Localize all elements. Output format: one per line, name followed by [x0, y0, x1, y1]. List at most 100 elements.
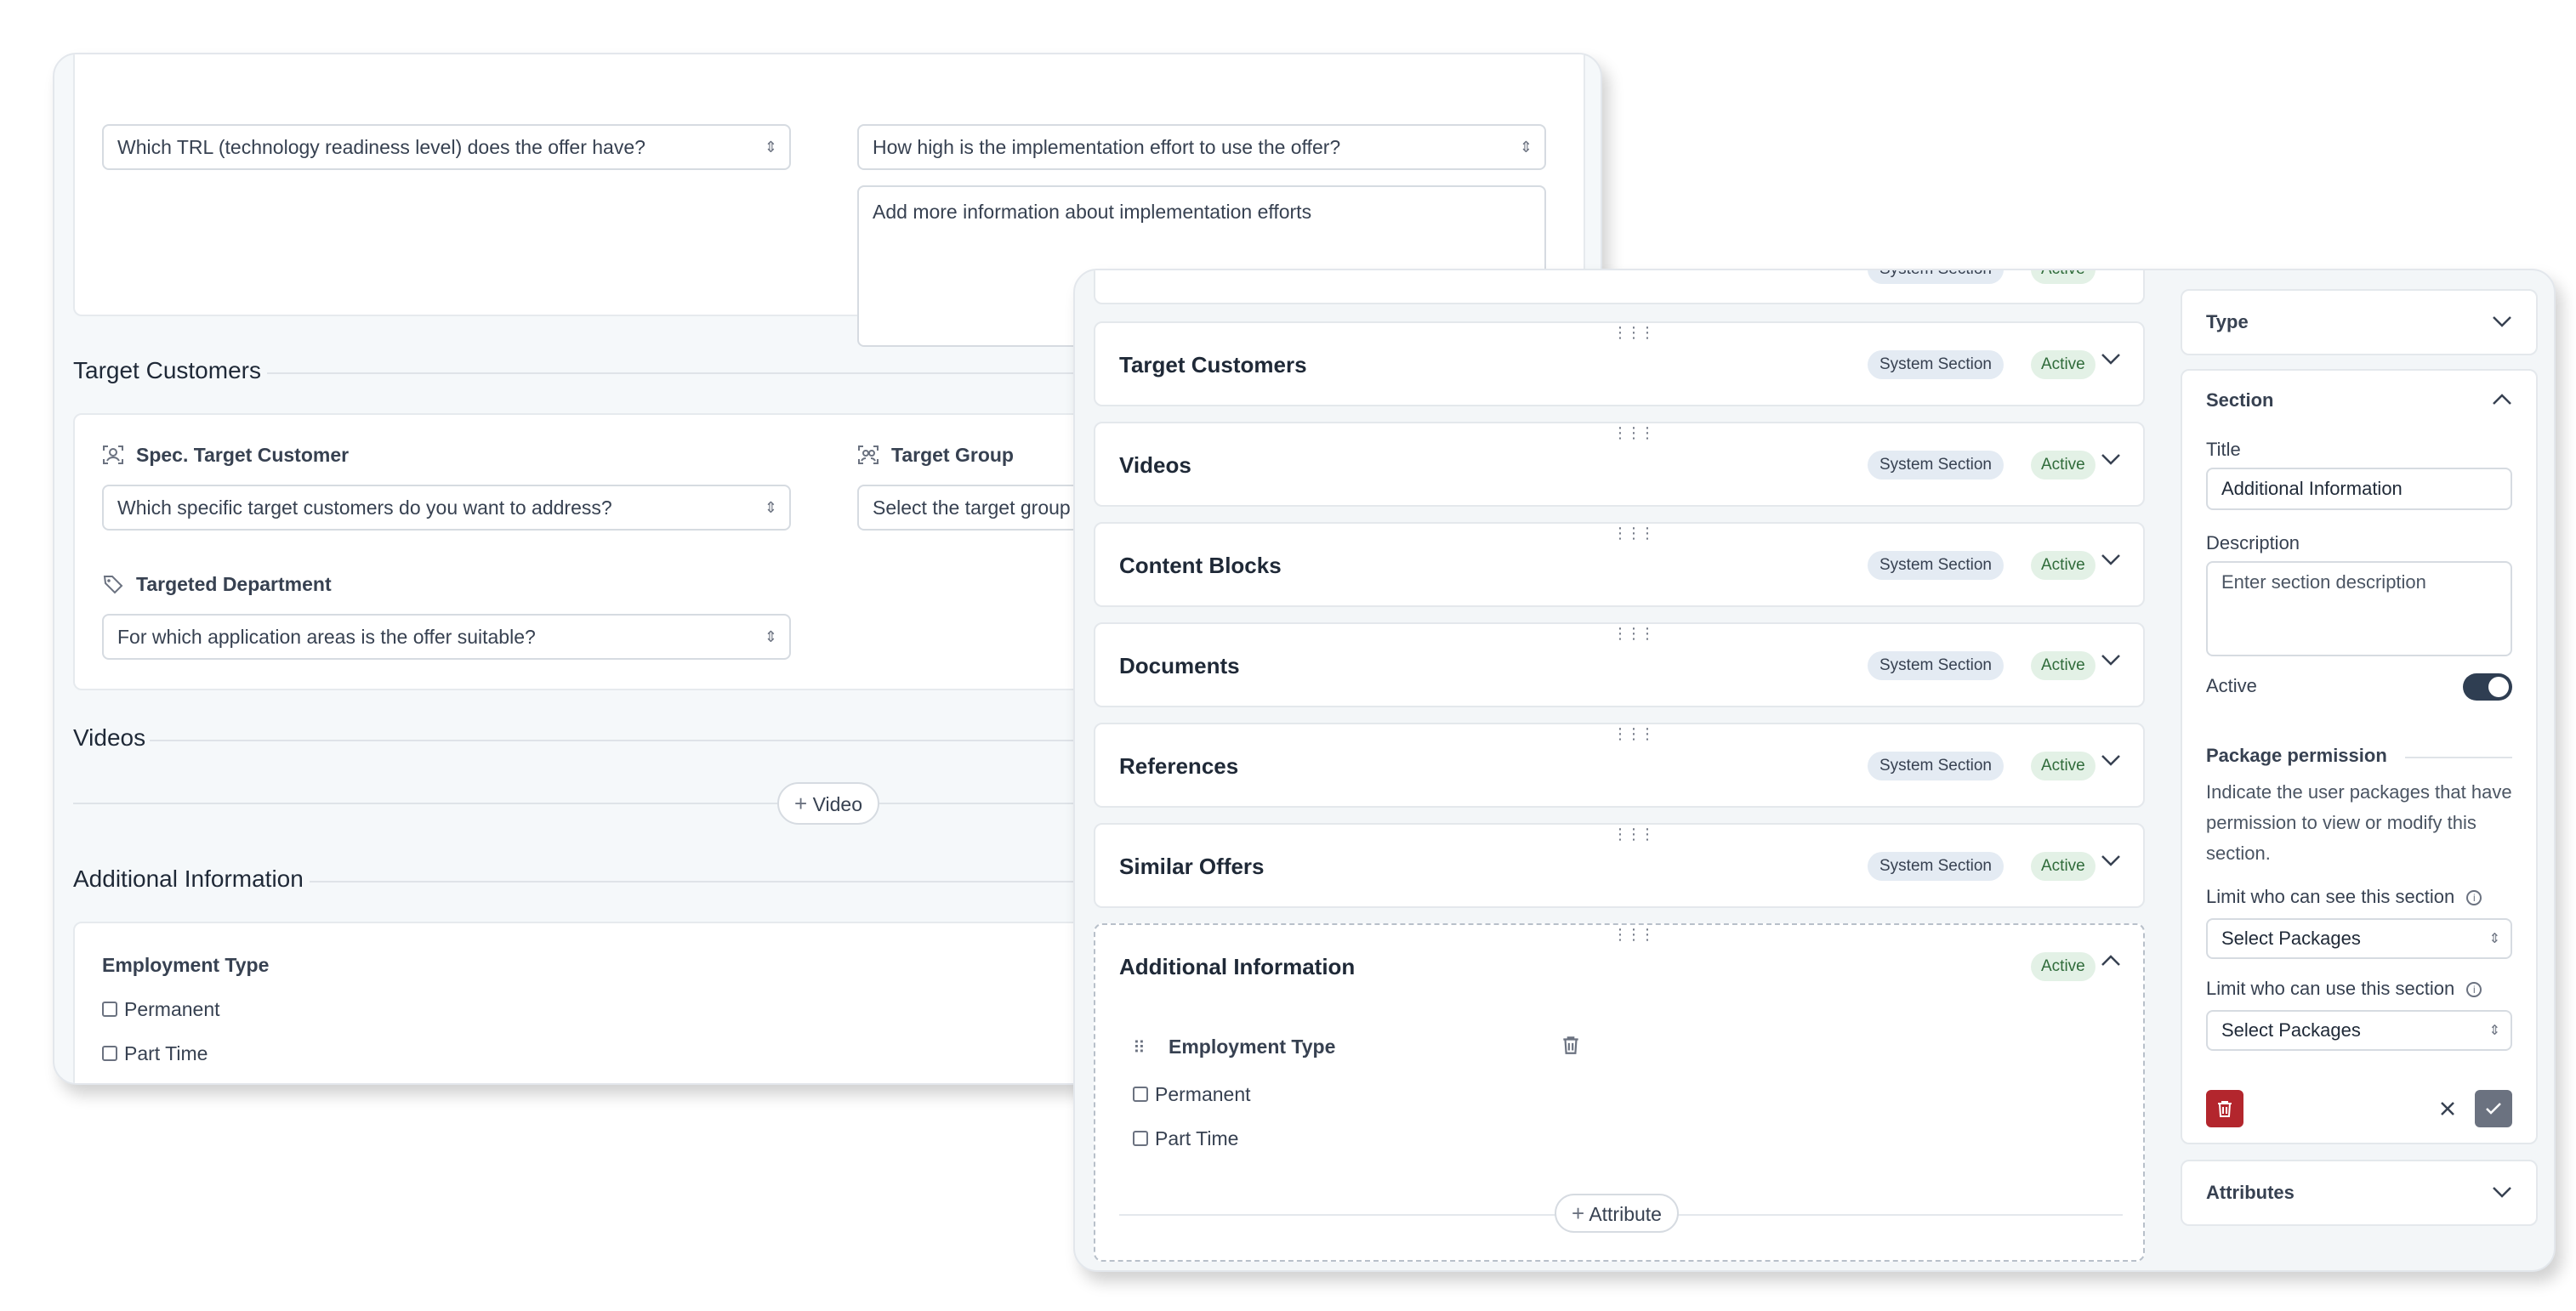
add-attribute-button[interactable]: + Attribute: [1555, 1194, 1679, 1233]
targeted-department-select[interactable]: For which application areas is the offer…: [102, 614, 791, 660]
limit-use-value: Select Packages: [2221, 1019, 2361, 1041]
part-time-label: Part Time: [124, 1042, 208, 1064]
system-section-tag: System Section: [1868, 270, 2004, 284]
chevron-down-icon[interactable]: [2099, 848, 2123, 872]
effort-select[interactable]: How high is the implementation effort to…: [857, 124, 1546, 170]
description-textarea[interactable]: Enter section description: [2206, 561, 2512, 656]
active-tag: Active: [2031, 350, 2095, 379]
info-icon: i: [2466, 890, 2482, 905]
active-tag: Active: [2031, 270, 2095, 284]
active-tag: Active: [2031, 551, 2095, 580]
drag-handle-icon[interactable]: ⋮⋮⋮: [1612, 525, 1655, 541]
additional-information-heading: Additional Information: [73, 865, 304, 892]
info-icon: i: [2466, 982, 2482, 997]
section-row-videos[interactable]: ⋮⋮⋮ Videos System Section Active: [1094, 422, 2145, 507]
part-time-checkbox[interactable]: [102, 1046, 117, 1061]
chevron-down-icon[interactable]: [2099, 347, 2123, 371]
permanent-checkbox[interactable]: [102, 1002, 117, 1017]
effort-textarea-placeholder: Add more information about implementatio…: [873, 201, 1312, 223]
add-attribute-label: Attribute: [1589, 1203, 1662, 1225]
employment-type-label: Employment Type: [102, 954, 270, 976]
permanent-checkbox[interactable]: [1133, 1087, 1148, 1102]
trash-icon: [2218, 1101, 2232, 1117]
section-row-title: Videos: [1119, 452, 1191, 478]
chevron-down-icon[interactable]: [2099, 447, 2123, 471]
chevron-up-icon[interactable]: [2099, 949, 2123, 973]
drag-handle-icon[interactable]: ⋮⋮⋮: [1612, 927, 1655, 942]
plus-icon: +: [1572, 1200, 1585, 1226]
active-tag: Active: [2031, 451, 2095, 480]
system-section-tag: System Section: [1868, 651, 2004, 680]
section-editor-window: System Section Active ⋮⋮⋮ Target Custome…: [1073, 269, 2556, 1272]
active-tag: Active: [2031, 952, 2095, 981]
close-icon[interactable]: [2437, 1098, 2458, 1119]
target-group-label: Target Group: [891, 444, 1014, 466]
select-chevron-icon: ⇕: [1519, 139, 1533, 156]
videos-heading: Videos: [73, 724, 146, 751]
select-chevron-icon: ⇕: [2488, 1024, 2500, 1038]
select-chevron-icon: ⇕: [764, 499, 777, 516]
part-time-checkbox[interactable]: [1133, 1131, 1148, 1146]
limit-use-select[interactable]: Select Packages ⇕: [2206, 1010, 2512, 1051]
toggle-knob: [2488, 677, 2509, 697]
tag-icon: [103, 576, 123, 594]
active-tag: Active: [2031, 752, 2095, 780]
spec-target-customer-label: Spec. Target Customer: [136, 444, 350, 466]
spec-target-customer-value: Which specific target customers do you w…: [117, 497, 612, 519]
chevron-down-icon[interactable]: [2099, 748, 2123, 772]
confirm-button[interactable]: [2475, 1090, 2512, 1127]
active-label: Active: [2206, 675, 2257, 696]
title-label: Title: [2206, 439, 2241, 460]
chevron-down-icon[interactable]: [2490, 309, 2514, 333]
drag-handle-icon[interactable]: ⋮⋮⋮: [1612, 626, 1655, 641]
section-row-references[interactable]: ⋮⋮⋮ References System Section Active: [1094, 723, 2145, 808]
active-toggle[interactable]: [2463, 673, 2512, 701]
section-row-partial[interactable]: System Section Active: [1094, 270, 2145, 304]
group-scan-icon: [858, 446, 879, 464]
target-customers-heading: Target Customers: [73, 357, 261, 383]
plus-icon: +: [794, 791, 808, 816]
employment-type-label: Employment Type: [1169, 1036, 1336, 1058]
drag-handle-icon[interactable]: ⋮⋮⋮: [1612, 826, 1655, 842]
chevron-down-icon[interactable]: [2099, 548, 2123, 571]
select-chevron-icon: ⇕: [764, 628, 777, 645]
add-video-button[interactable]: + Video: [777, 782, 879, 825]
system-section-tag: System Section: [1868, 852, 2004, 881]
chevron-up-icon[interactable]: [2490, 388, 2514, 411]
divider: [2405, 757, 2512, 758]
drag-dots-icon[interactable]: ⠿: [1133, 1037, 1146, 1058]
description-placeholder: Enter section description: [2221, 571, 2426, 593]
targeted-department-label: Targeted Department: [136, 573, 332, 595]
section-row-similar-offers[interactable]: ⋮⋮⋮ Similar Offers System Section Active: [1094, 823, 2145, 908]
section-row-title: Additional Information: [1119, 954, 1356, 979]
trl-select[interactable]: Which TRL (technology readiness level) d…: [102, 124, 791, 170]
drag-handle-icon[interactable]: ⋮⋮⋮: [1612, 325, 1655, 340]
drag-handle-icon[interactable]: ⋮⋮⋮: [1612, 726, 1655, 741]
attributes-panel[interactable]: Attributes: [2181, 1160, 2538, 1226]
section-row-documents[interactable]: ⋮⋮⋮ Documents System Section Active: [1094, 622, 2145, 707]
part-time-label: Part Time: [1155, 1127, 1239, 1149]
limit-use-text: Limit who can use this section: [2206, 978, 2455, 999]
chevron-down-icon[interactable]: [2490, 1180, 2514, 1204]
chevron-down-icon[interactable]: [2099, 648, 2123, 672]
active-tag: Active: [2031, 852, 2095, 881]
check-icon: [2486, 1103, 2501, 1115]
spec-target-customer-select[interactable]: Which specific target customers do you w…: [102, 485, 791, 531]
type-panel[interactable]: Type: [2181, 289, 2538, 355]
delete-section-button[interactable]: [2206, 1090, 2243, 1127]
system-section-tag: System Section: [1868, 752, 2004, 780]
drag-handle-icon[interactable]: ⋮⋮⋮: [1612, 425, 1655, 440]
select-chevron-icon: ⇕: [2488, 932, 2500, 946]
target-group-value: Select the target group yo: [873, 497, 1097, 519]
section-row-content-blocks[interactable]: ⋮⋮⋮ Content Blocks System Section Active: [1094, 522, 2145, 607]
targeted-department-value: For which application areas is the offer…: [117, 626, 536, 648]
system-section-tag: System Section: [1868, 551, 2004, 580]
section-row-additional-information[interactable]: ⋮⋮⋮ Additional Information Active ⠿ Empl…: [1094, 923, 2145, 1262]
title-input[interactable]: Additional Information: [2206, 468, 2512, 510]
limit-see-select[interactable]: Select Packages ⇕: [2206, 918, 2512, 959]
section-row-title: Target Customers: [1119, 352, 1307, 377]
trash-icon[interactable]: [1560, 1034, 1582, 1056]
attributes-label: Attributes: [2206, 1182, 2295, 1203]
section-row-target-customers[interactable]: ⋮⋮⋮ Target Customers System Section Acti…: [1094, 321, 2145, 406]
description-label: Description: [2206, 532, 2300, 553]
